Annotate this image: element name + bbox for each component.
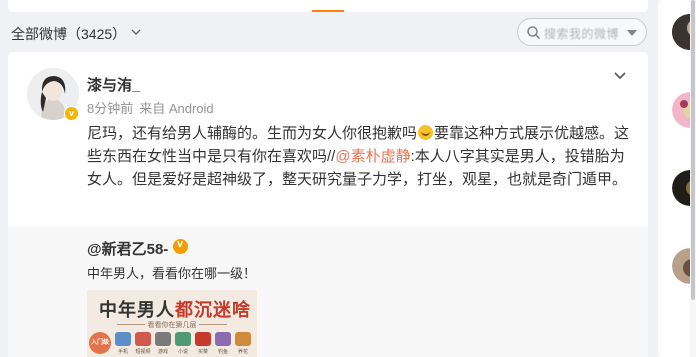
verified-badge-icon: v: [64, 106, 79, 121]
poster-icon-label: 小说: [177, 349, 188, 355]
laughing-tears-emoji-icon: [418, 125, 434, 140]
repost-text: 中年男人，看看你在哪一级！: [87, 266, 257, 281]
post-text-part1: 尼玛，还有给男人辅酶的。生而为女人你很抱歉吗: [87, 125, 418, 142]
main-column: 全部微博（3425） 搜索我的微博 v 漆与洧_ 8分钟前 来自 Android…: [8, 0, 648, 357]
mention-link[interactable]: @素朴虚静: [335, 148, 410, 165]
feed-post-card: v 漆与洧_ 8分钟前 来自 Android 尼玛，还有给男人辅酶的。生而为女人你…: [8, 52, 648, 357]
caret-down-icon[interactable]: [627, 30, 637, 36]
post-text: 尼玛，还有给男人辅酶的。生而为女人你很抱歉吗 要靠这种方式展示优越感。这些东西在女…: [87, 122, 635, 191]
poster-icon-row: 手机 短视频 游戏 小说 买菜 钓鱼 养花: [93, 332, 253, 357]
chevron-down-icon[interactable]: [612, 70, 628, 82]
poster-icon-label: 手机: [117, 349, 128, 355]
search-icon: [527, 26, 541, 40]
filter-bar: 全部微博（3425） 搜索我的微博: [8, 12, 648, 52]
poster-icon-label: 游戏: [157, 349, 168, 355]
search-input[interactable]: 搜索我的微博: [517, 18, 647, 46]
phone-icon: [115, 332, 131, 346]
poster-icon-label: 短视频: [135, 349, 151, 355]
poster-icon-label: 钓鱼: [217, 349, 228, 355]
chevron-down-icon[interactable]: [130, 26, 142, 38]
scrollbar-thumb[interactable]: [691, 0, 695, 300]
book-icon: [175, 332, 191, 346]
repost-image[interactable]: 中年男人都沉迷啥 看看你在第几层 入门级 手机 短视频 游戏 小说 买菜 钓鱼 …: [87, 290, 257, 357]
poster-subtitle: 看看你在第几层: [147, 322, 197, 329]
poster-title-a: 中年男人: [99, 300, 175, 320]
poster-icon-label: 养花: [237, 349, 248, 355]
video-icon: [135, 332, 151, 346]
basket-icon: [195, 332, 211, 346]
gold-verified-badge-icon: [173, 238, 188, 254]
repost-username[interactable]: @新君乙58-: [87, 238, 168, 259]
poster-title: 中年男人都沉迷啥: [99, 296, 251, 322]
post-meta: 8分钟前 来自 Android: [87, 98, 220, 117]
all-weibo-filter[interactable]: 全部微博（3425）: [11, 24, 126, 44]
fishing-icon: [215, 332, 231, 346]
post-username[interactable]: 漆与洧_: [87, 74, 140, 95]
gamepad-icon: [155, 332, 171, 346]
reposted-content[interactable]: @新君乙58- 中年男人，看看你在哪一级！ 中年男人都沉迷啥 看看你在第几层 入…: [8, 226, 648, 357]
post-time[interactable]: 8分钟前: [87, 101, 133, 116]
search-placeholder: 搜索我的微博: [544, 27, 620, 41]
poster-title-b: 都沉迷啥: [175, 300, 251, 320]
poster-icon-label: 买菜: [197, 349, 208, 355]
flower-icon: [235, 332, 251, 346]
post-source: 来自 Android: [139, 101, 214, 116]
